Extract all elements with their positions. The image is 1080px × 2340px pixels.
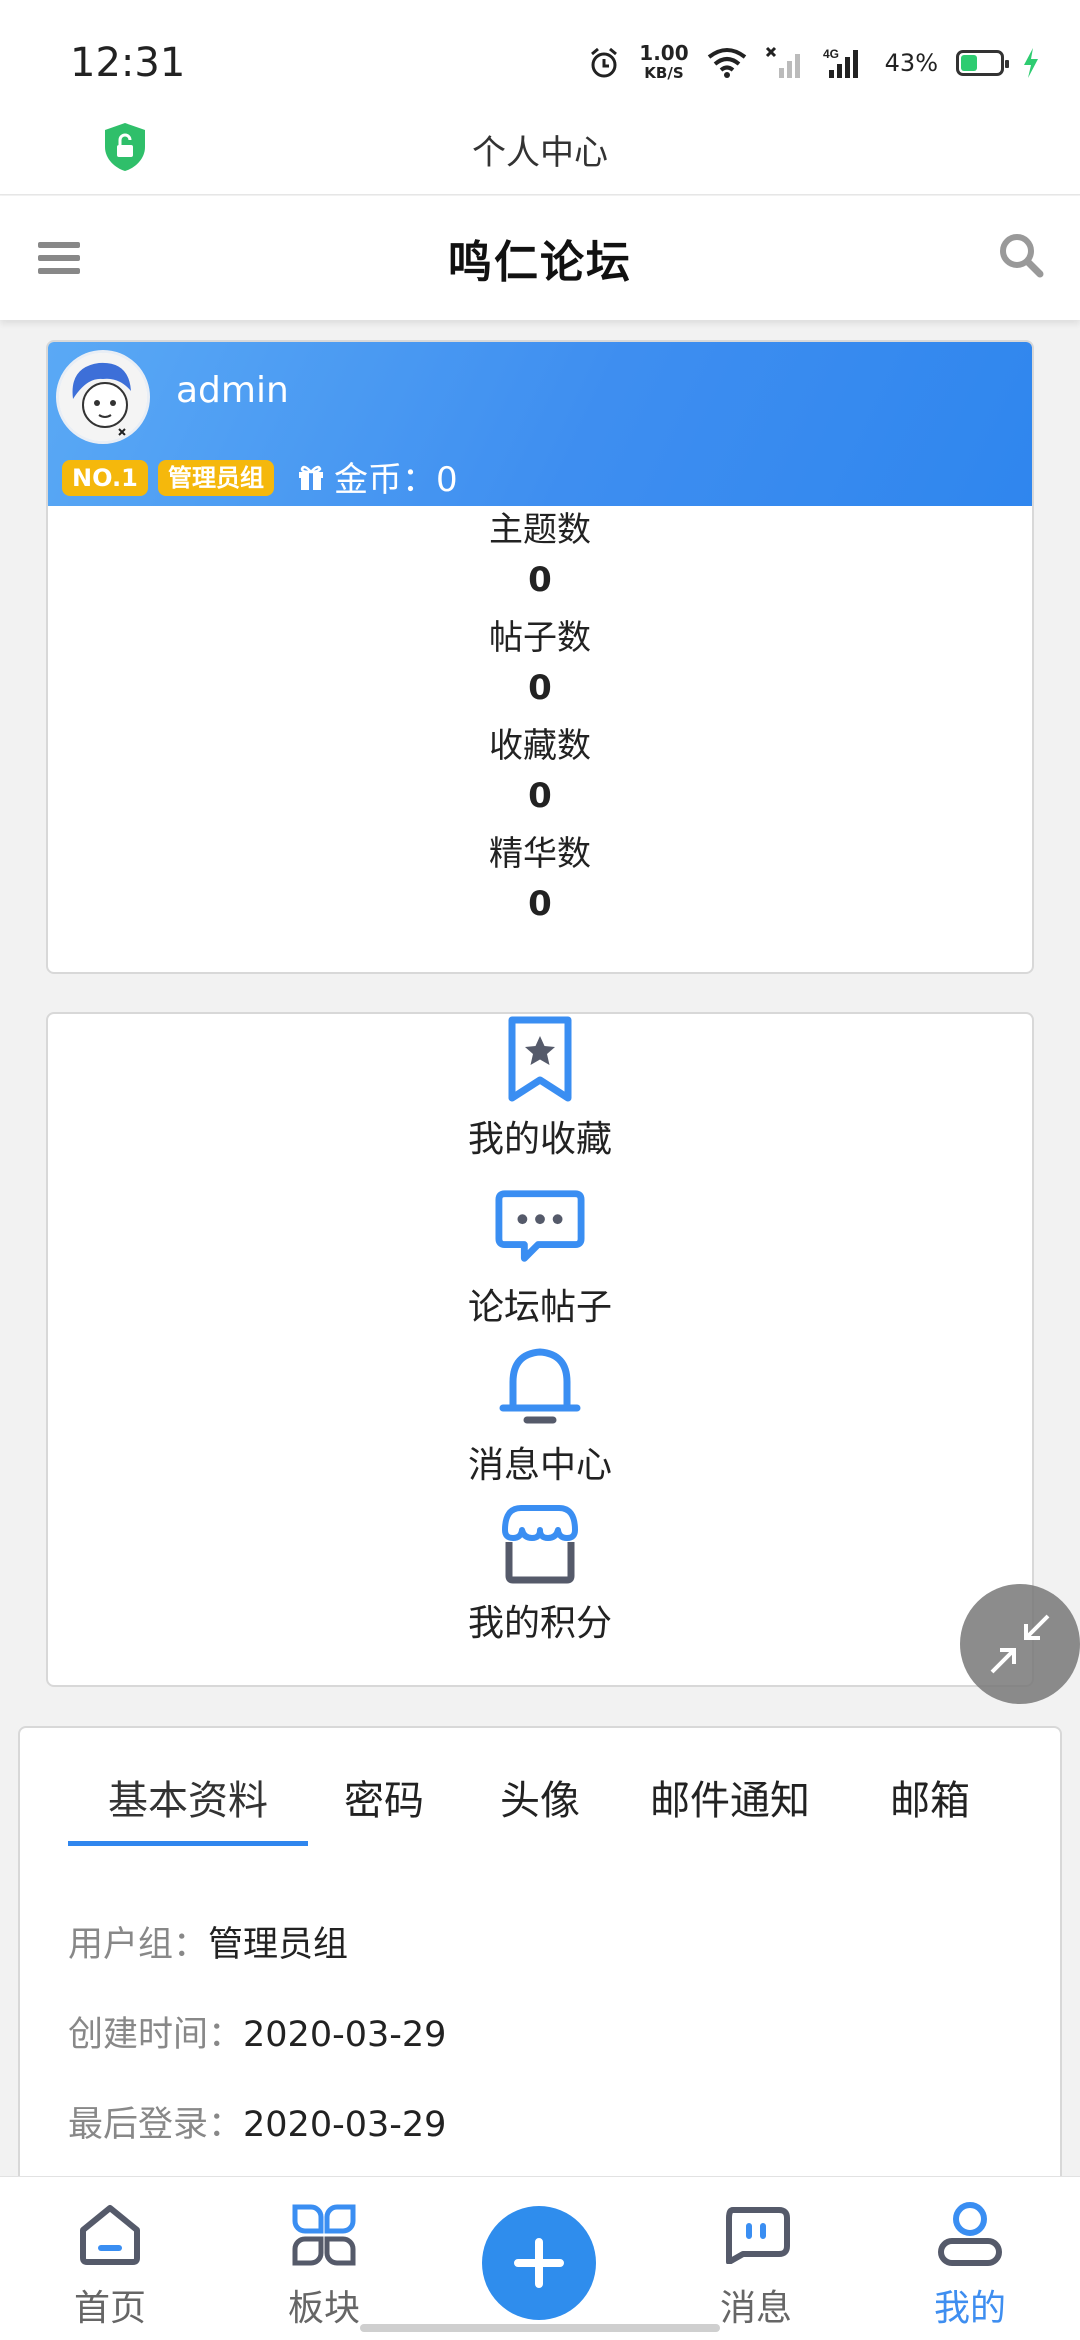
info-value: 2020-03-29 <box>243 2015 447 2055</box>
info-row-last-login: 最后登录：2020-03-29 <box>68 2096 446 2147</box>
network-speed: 1.00 KB/S <box>639 43 688 83</box>
tab-email-notify[interactable]: 邮件通知 <box>620 1766 840 1846</box>
chat-bubble-icon <box>495 1190 585 1262</box>
signal-off-icon <box>765 46 800 78</box>
info-label: 用户组： <box>68 1925 209 1965</box>
group-badge: 管理员组 <box>158 460 274 496</box>
collapse-arrows-icon <box>990 1614 1050 1674</box>
stat-topics-value: 0 <box>528 560 552 600</box>
user-icon <box>938 2202 1002 2266</box>
username: admin <box>176 370 289 411</box>
nav-sections[interactable]: 板块 <box>244 2195 404 2331</box>
alarm-icon <box>591 47 618 78</box>
speed-unit: KB/S <box>644 64 684 82</box>
menu-item-favorites[interactable]: 我的收藏 <box>48 1014 1032 1162</box>
stat-posts-label: 帖子数 <box>489 618 591 658</box>
home-indicator[interactable] <box>360 2324 720 2332</box>
svg-text:4G: 4G <box>823 47 839 61</box>
status-time: 12:31 <box>70 40 186 86</box>
menu-item-points[interactable]: 我的积分 <box>48 1498 1032 1646</box>
nav-mine[interactable]: 我的 <box>890 2195 1050 2331</box>
info-value: 2020-03-29 <box>243 2105 447 2145</box>
tab-email[interactable]: 邮箱 <box>840 1766 1020 1846</box>
info-value: 管理员组 <box>208 1925 349 1965</box>
avatar-image <box>59 353 147 441</box>
tab-password[interactable]: 密码 <box>308 1766 460 1846</box>
profile-card: admin NO.1 管理员组 金币：0 主题数 0 帖子数 0 收藏数 0 精… <box>46 340 1034 974</box>
stat-posts-value: 0 <box>528 668 552 708</box>
page-title: 个人中心 <box>472 133 608 173</box>
signal-4g-icon: 4G <box>823 47 858 78</box>
search-icon[interactable] <box>998 232 1044 278</box>
floating-collapse-button[interactable] <box>960 1584 1080 1704</box>
status-bar: 12:31 1.00 KB/S 4G 43% <box>0 0 1080 105</box>
menu-item-forum-posts[interactable]: 论坛帖子 <box>48 1182 1032 1330</box>
menu-item-label: 消息中心 <box>467 1445 612 1486</box>
stats-list: 主题数 0 帖子数 0 收藏数 0 精华数 0 <box>48 506 1032 930</box>
menu-item-label: 我的积分 <box>467 1603 612 1644</box>
nav-messages[interactable]: 消息 <box>676 2195 836 2331</box>
profile-header: admin NO.1 管理员组 金币：0 <box>48 342 1032 506</box>
menu-item-label: 我的收藏 <box>467 1119 612 1160</box>
battery-percent: 43% <box>884 49 938 77</box>
menu-item-label: 论坛帖子 <box>467 1287 612 1328</box>
nav-label: 首页 <box>73 2288 146 2329</box>
forum-title: 鸣仁论坛 <box>448 237 632 288</box>
title-bar: 个人中心 <box>0 105 1080 195</box>
bell-icon <box>499 1348 581 1424</box>
new-post-button[interactable] <box>482 2206 596 2320</box>
plus-icon <box>514 2238 564 2288</box>
tab-bar: 基本资料 密码 头像 邮件通知 邮箱 <box>68 1766 1020 1846</box>
home-icon <box>80 2205 140 2265</box>
stat-featured-label: 精华数 <box>489 834 591 874</box>
menu-item-message-center[interactable]: 消息中心 <box>48 1340 1032 1488</box>
menu-card: 我的收藏 论坛帖子 消息中心 我的积分 <box>46 1012 1034 1687</box>
stat-favorites-label: 收藏数 <box>489 726 591 766</box>
gift-icon <box>299 465 323 490</box>
message-icon <box>726 2207 790 2264</box>
info-row-created: 创建时间：2020-03-29 <box>68 2006 446 2057</box>
wifi-icon <box>707 48 746 78</box>
stat-topics-label: 主题数 <box>489 510 591 550</box>
info-label: 创建时间： <box>68 2015 244 2055</box>
forum-header: 鸣仁论坛 <box>0 196 1080 320</box>
coins: 金币：0 <box>296 452 458 501</box>
shop-icon <box>502 1505 578 1584</box>
avatar[interactable] <box>56 350 150 444</box>
info-label: 最后登录： <box>68 2105 244 2145</box>
coins-label: 金币：0 <box>334 460 458 500</box>
battery-level <box>961 55 978 71</box>
nav-home[interactable]: 首页 <box>30 2195 190 2331</box>
bookmark-star-icon <box>508 1016 572 1102</box>
battery-icon <box>956 50 1009 76</box>
rank-badge: NO.1 <box>62 460 148 496</box>
speed-value: 1.00 <box>639 41 689 65</box>
tab-avatar[interactable]: 头像 <box>460 1766 620 1846</box>
nav-label: 我的 <box>933 2288 1006 2329</box>
charging-icon <box>1024 48 1038 78</box>
tab-basic-info[interactable]: 基本资料 <box>68 1766 308 1846</box>
info-row-user-group: 用户组：管理员组 <box>68 1916 348 1967</box>
status-icons: 1.00 KB/S 4G 43% <box>587 38 1040 88</box>
grid-icon <box>292 2204 356 2266</box>
stat-favorites-value: 0 <box>528 776 552 816</box>
stat-featured-value: 0 <box>528 884 552 924</box>
